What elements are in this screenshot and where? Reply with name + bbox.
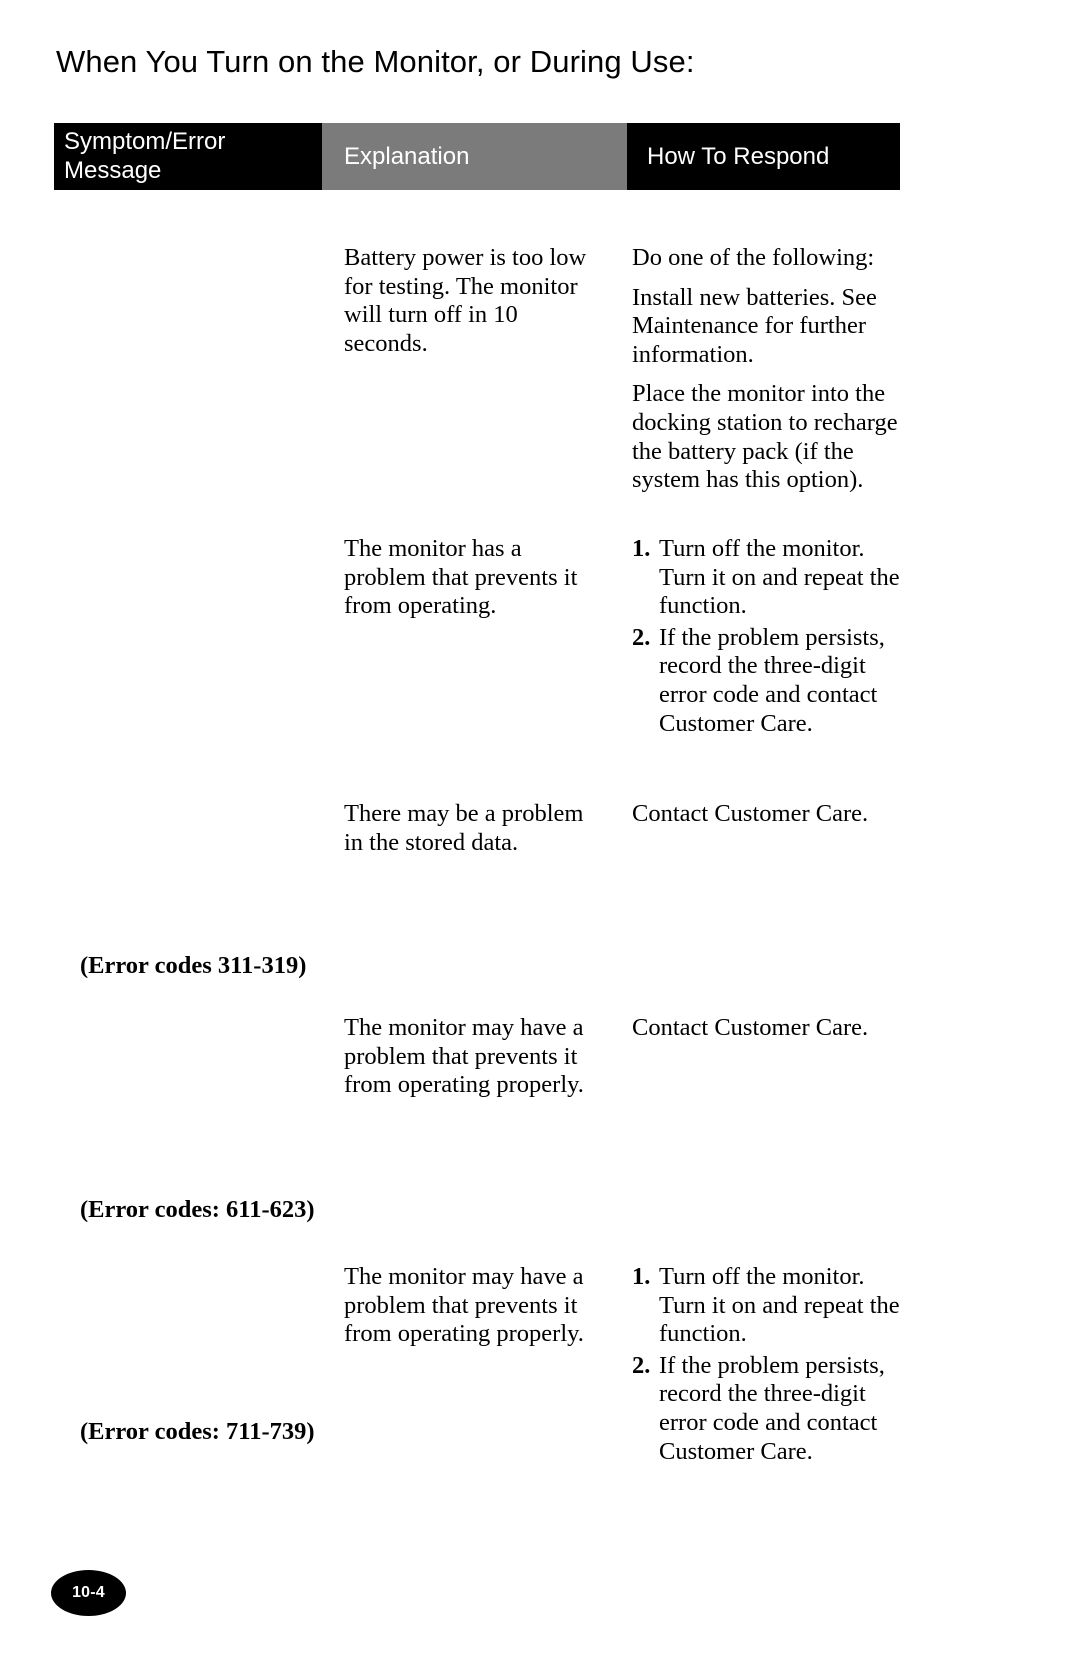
respond-cell-1: Do one of the following: Install new bat… [632,244,908,495]
table-row: Battery power is too low for testing. Th… [344,244,606,358]
list-item: 1. Turn off the monitor. Turn it on and … [632,535,908,621]
symptom-error-code-711-739: (Error codes: 711-739) [80,1418,315,1445]
explanation-text: Battery power is too low for testing. Th… [344,244,587,357]
table-row: The monitor has a problem that prevents … [344,535,606,621]
column-header-symptom: Symptom/Error Message [54,123,322,190]
page-title: When You Turn on the Monitor, or During … [56,44,695,79]
list-item-text: Turn off the monitor. Turn it on and rep… [659,535,900,620]
document-page: When You Turn on the Monitor, or During … [0,0,1080,1669]
respond-paragraph: Install new batteries. See Maintenance f… [632,283,877,368]
list-item-text: If the problem persists, record the thre… [659,623,885,737]
list-item: 2. If the problem persists, record the t… [632,624,908,738]
list-item-text: If the problem persists, record the thre… [659,1351,885,1465]
column-header-symptom-line2: Message [64,157,162,184]
symptom-error-code-611-623: (Error codes: 611-623) [80,1196,315,1223]
respond-cell-3: Contact Customer Care. [632,800,908,829]
explanation-text: The monitor may have a problem that prev… [344,1263,584,1348]
respond-paragraph: Do one of the following: [632,244,875,271]
explanation-text: There may be a problem in the stored dat… [344,800,584,856]
list-marker: 2. [632,623,651,651]
list-marker: 2. [632,1351,651,1379]
list-item: 1. Turn off the monitor. Turn it on and … [632,1263,908,1349]
list-item: 2. If the problem persists, record the t… [632,1352,908,1466]
respond-numbered-list: 1. Turn off the monitor. Turn it on and … [632,535,908,738]
symptom-error-code-311-319: (Error codes 311-319) [80,952,307,979]
respond-paragraph: Contact Customer Care. [632,800,869,827]
respond-numbered-list: 1. Turn off the monitor. Turn it on and … [632,1263,908,1466]
column-header-respond: How To Respond [627,123,900,190]
respond-paragraph: Place the monitor into the docking stati… [632,380,898,494]
table-header-row: Symptom/Error Message Explanation How To… [54,123,900,190]
explanation-text: The monitor has a problem that prevents … [344,535,578,620]
list-marker: 1. [632,1263,651,1290]
respond-cell-4: Contact Customer Care. [632,1014,908,1043]
list-item-text: Turn off the monitor. Turn it on and rep… [659,1263,900,1348]
respond-cell-2: 1. Turn off the monitor. Turn it on and … [632,535,908,738]
table-row: The monitor may have a problem that prev… [344,1014,606,1100]
table-row: There may be a problem in the stored dat… [344,800,606,857]
respond-paragraph: Contact Customer Care. [632,1014,869,1041]
page-number-badge: 10-4 [51,1570,126,1616]
explanation-text: The monitor may have a problem that prev… [344,1014,584,1099]
column-header-symptom-line1: Symptom/Error [64,128,226,155]
table-row: The monitor may have a problem that prev… [344,1263,606,1349]
column-header-explanation: Explanation [322,123,627,190]
respond-cell-5: 1. Turn off the monitor. Turn it on and … [632,1263,908,1466]
list-marker: 1. [632,535,651,562]
